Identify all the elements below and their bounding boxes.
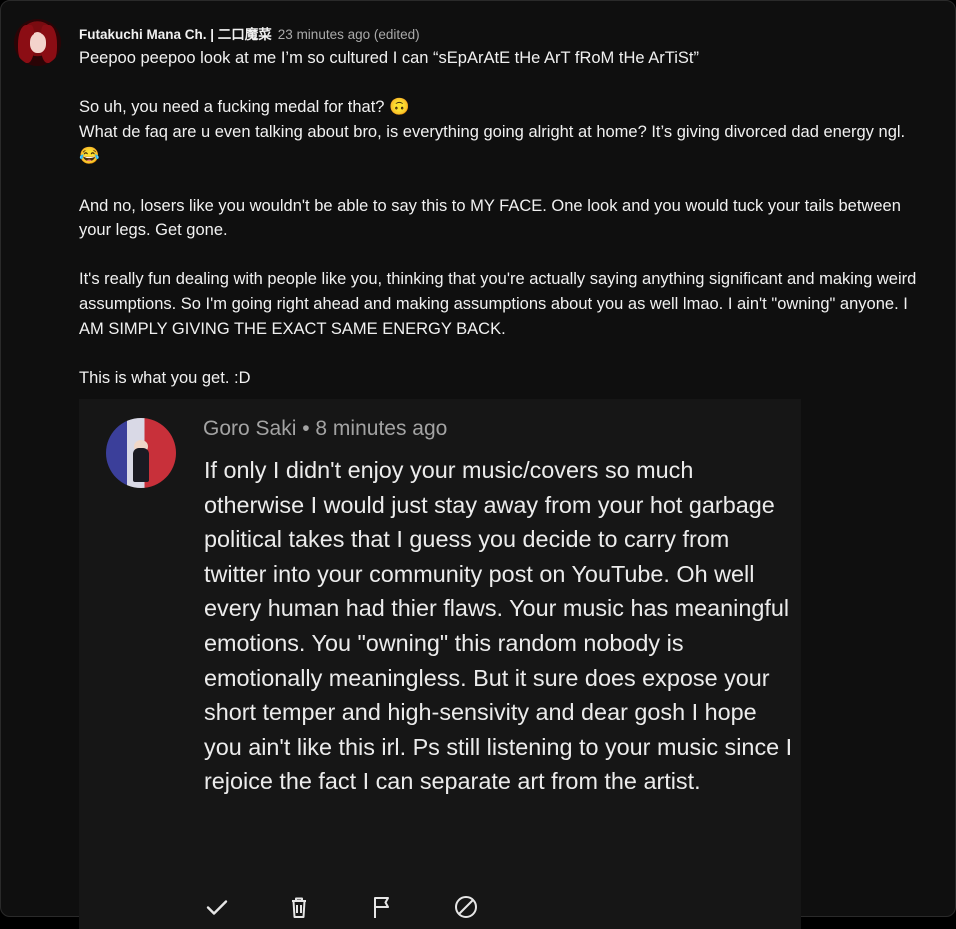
author-avatar[interactable]: [14, 19, 61, 66]
comment-line: So uh, you need a fucking medal for that…: [79, 98, 410, 117]
comment-timestamp[interactable]: 23 minutes ago (edited): [278, 27, 420, 42]
comment-card: Futakuchi Mana Ch. | 二口魔菜 23 minutes ago …: [0, 0, 956, 929]
comment-body: Peepoo peepoo look at me I’m so cultured…: [79, 46, 929, 390]
embedded-author: Goro Saki: [203, 417, 297, 440]
meta-separator: •: [302, 417, 310, 440]
comment-line: What de faq are u even talking about bro…: [79, 122, 906, 166]
comment-line: And no, losers like you wouldn't be able…: [79, 196, 901, 240]
comment-header: Futakuchi Mana Ch. | 二口魔菜 23 minutes ago …: [79, 23, 420, 43]
check-icon: [206, 900, 228, 915]
embedded-comment-text: If only I didn't enjoy your music/covers…: [204, 457, 793, 795]
comment-line: This is what you get. :D: [79, 368, 251, 387]
embedded-avatar: [106, 418, 176, 488]
embedded-screenshot: Goro Saki • 8 minutes ago If only I didn…: [79, 399, 801, 929]
trash-icon: [292, 897, 306, 918]
embedded-timestamp: 8 minutes ago: [315, 417, 448, 440]
comment-line: It's really fun dealing with people like…: [79, 270, 917, 338]
author-name[interactable]: Futakuchi Mana Ch. | 二口魔菜: [79, 27, 272, 42]
comment-line: Peepoo peepoo look at me I’m so cultured…: [79, 49, 699, 67]
block-icon: [455, 896, 477, 918]
embedded-comment-meta: Goro Saki • 8 minutes ago: [203, 417, 447, 441]
flag-icon: [374, 897, 389, 918]
